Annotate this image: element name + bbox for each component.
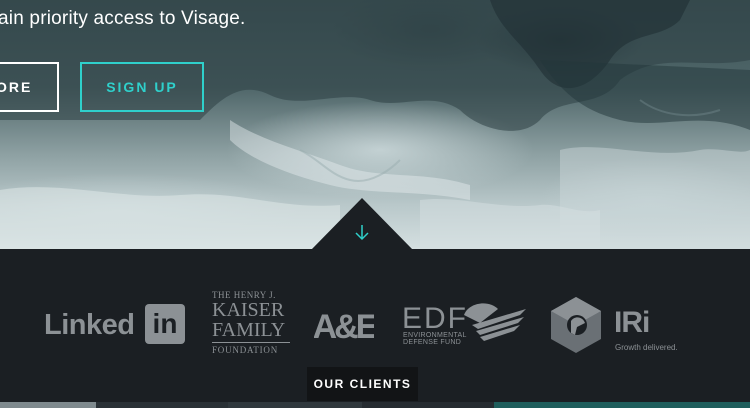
learn-more-button[interactable]: ORE [0, 62, 59, 112]
kff-line3: FAMILY [212, 319, 286, 341]
iri-logo-text: IRi [614, 306, 650, 339]
kaiser-family-foundation-logo: THE HENRY J. KAISER FAMILY FOUNDATION [212, 290, 290, 355]
progress-segment-5 [494, 402, 750, 408]
ae-logo: A&E [314, 308, 374, 342]
linkedin-logo-text: Linked [44, 309, 135, 341]
progress-segment-3 [228, 402, 362, 408]
our-clients-tab[interactable]: OUR CLIENTS [307, 367, 418, 401]
kff-line4: FOUNDATION [212, 342, 290, 355]
sign-up-button[interactable]: SIGN UP [80, 62, 204, 112]
linkedin-logo-box: in [145, 304, 185, 344]
edf-wing-mark [464, 303, 526, 341]
iri-logo-tagline: Growth delivered. [615, 343, 678, 352]
arrow-down-icon[interactable] [352, 222, 372, 242]
progress-segment-4 [362, 402, 494, 408]
hero-tagline: ain priority access to Visage. [0, 8, 246, 29]
ae-logo-text: A&E [314, 308, 374, 342]
iri-hexagon-icon [551, 297, 601, 353]
progress-segment-1 [0, 402, 96, 408]
progress-segment-2 [96, 402, 228, 408]
kff-line2: KAISER [212, 299, 285, 321]
